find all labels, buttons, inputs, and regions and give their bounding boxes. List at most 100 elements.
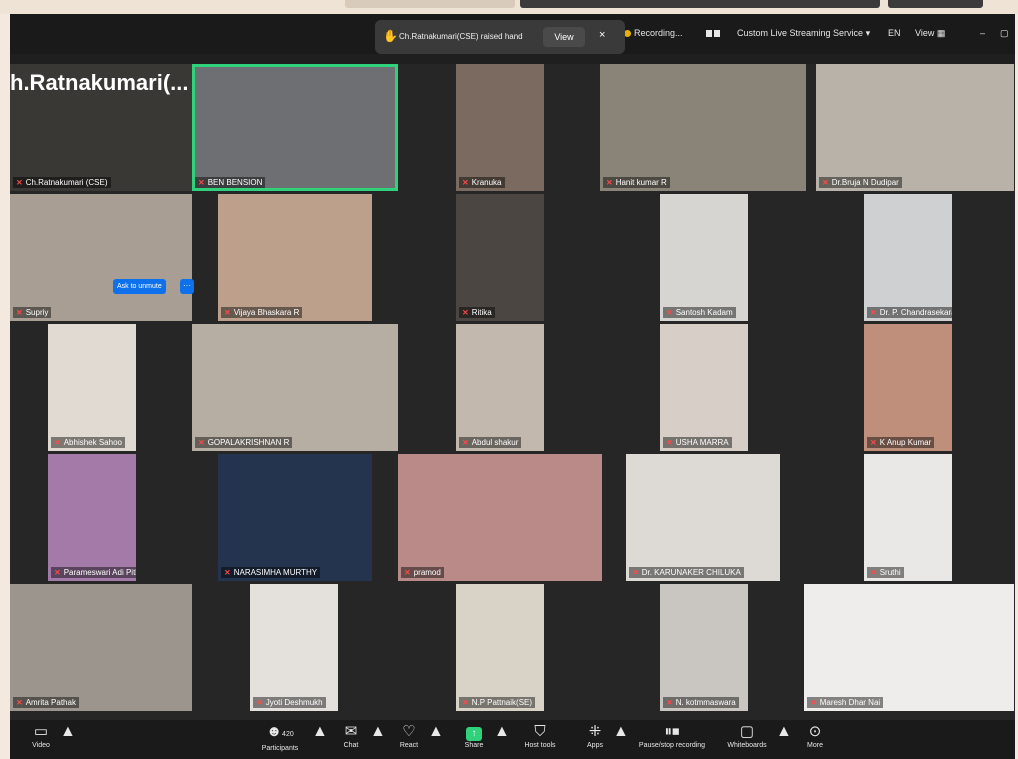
- participant-name: Dr.Bruja N Dudipar: [831, 178, 899, 187]
- live-stream-menu[interactable]: Custom Live Streaming Service ▾: [737, 28, 870, 39]
- participant-video-tile[interactable]: ⨯ BEN BENSION: [192, 64, 398, 191]
- participant-video-tile[interactable]: ⨯ Vijaya Bhaskara R: [218, 194, 372, 321]
- react-button[interactable]: ♡ React: [394, 723, 424, 751]
- participant-name-label: ⨯ N.P Pattnaik(SE): [459, 697, 536, 708]
- participant-name-label: ⨯ Ritika: [459, 307, 495, 318]
- chat-options-chevron-icon[interactable]: ▲: [370, 723, 386, 741]
- mic-muted-icon: ⨯: [870, 568, 877, 577]
- participant-name-label: ⨯Parameswari Adi Pithani: [51, 567, 136, 578]
- participant-video-tile[interactable]: ⨯ Amrita Pathak: [10, 584, 192, 711]
- chat-button[interactable]: ✉ Chat: [336, 723, 366, 751]
- heart-icon: ♡: [402, 723, 416, 740]
- participant-video-tile[interactable]: ⨯ USHA MARRA: [660, 324, 748, 451]
- stop-icon[interactable]: [714, 30, 720, 37]
- participant-name: Parameswari Adi Pithani: [63, 568, 136, 577]
- participant-name: Ritika: [471, 308, 492, 317]
- screen-edge-strip: [888, 0, 983, 8]
- more-icon: ⊙: [808, 723, 822, 740]
- participant-name: Kranuka: [471, 178, 502, 187]
- whiteboards-options-chevron-icon[interactable]: ▲: [776, 723, 792, 741]
- participant-name: Abdul shakur: [471, 438, 519, 447]
- share-options-chevron-icon[interactable]: ▲: [494, 723, 510, 741]
- mic-muted-icon: ⨯: [198, 438, 205, 447]
- participant-name-label: ⨯ Dr.Bruja N Dudipar: [819, 177, 902, 188]
- participant-video-tile[interactable]: ⨯ GOPALAKRISHNAN R: [192, 324, 398, 451]
- participant-name-label: ⨯ BEN BENSION: [195, 177, 266, 188]
- participant-video-tile[interactable]: ⨯ Supriy: [10, 194, 192, 321]
- participant-name-label: ⨯ USHA MARRA: [663, 437, 732, 448]
- apps-options-chevron-icon[interactable]: ▲: [613, 723, 629, 741]
- react-options-chevron-icon[interactable]: ▲: [428, 723, 444, 741]
- participant-name-label: ⨯ Santosh Kadam: [663, 307, 736, 318]
- participants-count: 420: [282, 731, 294, 738]
- participant-video-tile[interactable]: ⨯ Dr.Bruja N Dudipar: [816, 64, 1014, 191]
- participant-name-label: ⨯ GOPALAKRISHNAN R: [195, 437, 293, 448]
- minimize-button[interactable]: –: [980, 28, 985, 38]
- participant-name: Hanit kumar R: [615, 178, 667, 187]
- active-speaker-name: h.Ratnakumari(...: [10, 70, 189, 95]
- participant-name-label: ⨯ Ch.Ratnakumari (CSE): [13, 177, 111, 188]
- participant-name: K Anup Kumar: [879, 438, 932, 447]
- participants-icon: ☻420: [266, 723, 294, 740]
- participant-video-tile[interactable]: ⨯ Ritika: [456, 194, 544, 321]
- participant-video-tile[interactable]: ⨯ N.P Pattnaik(SE): [456, 584, 544, 711]
- pause-recording-icon: ⏸⏹: [664, 723, 680, 740]
- recording-indicator[interactable]: Recording...: [624, 28, 683, 38]
- participant-name: Abhishek Sahoo: [63, 438, 122, 447]
- participant-name-label: ⨯Dr. P. Chandrasekaran - Professor: [867, 307, 952, 318]
- view-menu[interactable]: View ▦: [915, 28, 945, 39]
- participant-name: Amrita Pathak: [25, 698, 76, 707]
- participant-name: NARASIMHA MURTHY: [233, 568, 318, 577]
- participant-name-label: ⨯ Dr. KARUNAKER CHILUKA: [629, 567, 744, 578]
- participant-video-tile[interactable]: ⨯ N. kotmmaswara: [660, 584, 748, 711]
- participant-name: Santosh Kadam: [675, 308, 733, 317]
- whiteboards-button[interactable]: ▢ Whiteboards: [722, 723, 772, 751]
- share-button[interactable]: ↑ Share: [458, 723, 490, 751]
- more-options-button[interactable]: ···: [180, 279, 194, 294]
- participant-video-tile[interactable]: ⨯ Maresh Dhar Nai: [804, 584, 1014, 711]
- participant-name-label: ⨯ Vijaya Bhaskara R: [221, 307, 303, 318]
- participant-name-label: ⨯ Kranuka: [459, 177, 505, 188]
- screen-edge-strip: [520, 0, 880, 8]
- pause-stop-recording-button[interactable]: ⏸⏹ Pause/stop recording: [630, 723, 714, 751]
- participant-name-label: ⨯ Maresh Dhar Nai: [807, 697, 884, 708]
- participant-video-tile[interactable]: ⨯ Kranuka: [456, 64, 544, 191]
- participant-name: N. kotmmaswara: [675, 698, 736, 707]
- video-options-chevron-icon[interactable]: ▲: [60, 723, 76, 741]
- participant-name: Supriy: [25, 308, 49, 317]
- recording-controls[interactable]: [706, 28, 722, 38]
- more-button[interactable]: ⊙ More: [800, 723, 830, 751]
- participant-video-tile[interactable]: ⨯ Abdul shakur: [456, 324, 544, 451]
- video-button[interactable]: ▭ Video: [26, 723, 56, 751]
- participant-video-tile[interactable]: ⨯ Santosh Kadam: [660, 194, 748, 321]
- raise-hand-text: Ch.Ratnakumari(CSE) raised hand: [399, 32, 523, 41]
- participant-name: Vijaya Bhaskara R: [233, 308, 300, 317]
- ask-to-unmute-button[interactable]: Ask to unmute: [113, 279, 166, 294]
- participant-video-tile[interactable]: ⨯ Sruthi: [864, 454, 952, 581]
- host-tools-button[interactable]: ⛉ Host tools: [518, 723, 562, 751]
- raise-hand-view-button[interactable]: View: [543, 27, 585, 47]
- participant-video-tile[interactable]: ⨯Parameswari Adi Pithani: [48, 454, 136, 581]
- participant-name-label: ⨯ Abhishek Sahoo: [51, 437, 125, 448]
- participant-video-tile[interactable]: ⨯ Dr. KARUNAKER CHILUKA: [626, 454, 780, 581]
- participant-video-tile[interactable]: ⨯ Abhishek Sahoo: [48, 324, 136, 451]
- maximize-icon[interactable]: ▢: [1000, 28, 1009, 39]
- mic-muted-icon: ⨯: [198, 178, 205, 187]
- participant-video-tile[interactable]: ⨯ Hanit kumar R: [600, 64, 806, 191]
- participant-video-tile[interactable]: ⨯ K Anup Kumar: [864, 324, 952, 451]
- participant-video-tile[interactable]: ⨯Dr. P. Chandrasekaran - Professor: [864, 194, 952, 321]
- participants-options-chevron-icon[interactable]: ▲: [312, 723, 328, 741]
- language-selector[interactable]: EN: [888, 28, 901, 38]
- video-camera-icon: ▭: [33, 723, 49, 740]
- participants-button[interactable]: ☻420 Participants: [250, 723, 310, 754]
- mic-muted-icon: ⨯: [462, 698, 469, 707]
- apps-button[interactable]: ⁜ Apps: [580, 723, 610, 751]
- participant-video-tile[interactable]: ⨯ Jyoti Deshmukh: [250, 584, 338, 711]
- mic-muted-icon: ⨯: [606, 178, 613, 187]
- close-icon[interactable]: ×: [599, 29, 605, 41]
- participant-video-tile[interactable]: ⨯ pramod: [398, 454, 602, 581]
- chat-icon: ✉: [344, 723, 358, 740]
- pause-icon[interactable]: [706, 30, 712, 37]
- whiteboard-icon: ▢: [739, 723, 755, 740]
- participant-video-tile[interactable]: ⨯ NARASIMHA MURTHY: [218, 454, 372, 581]
